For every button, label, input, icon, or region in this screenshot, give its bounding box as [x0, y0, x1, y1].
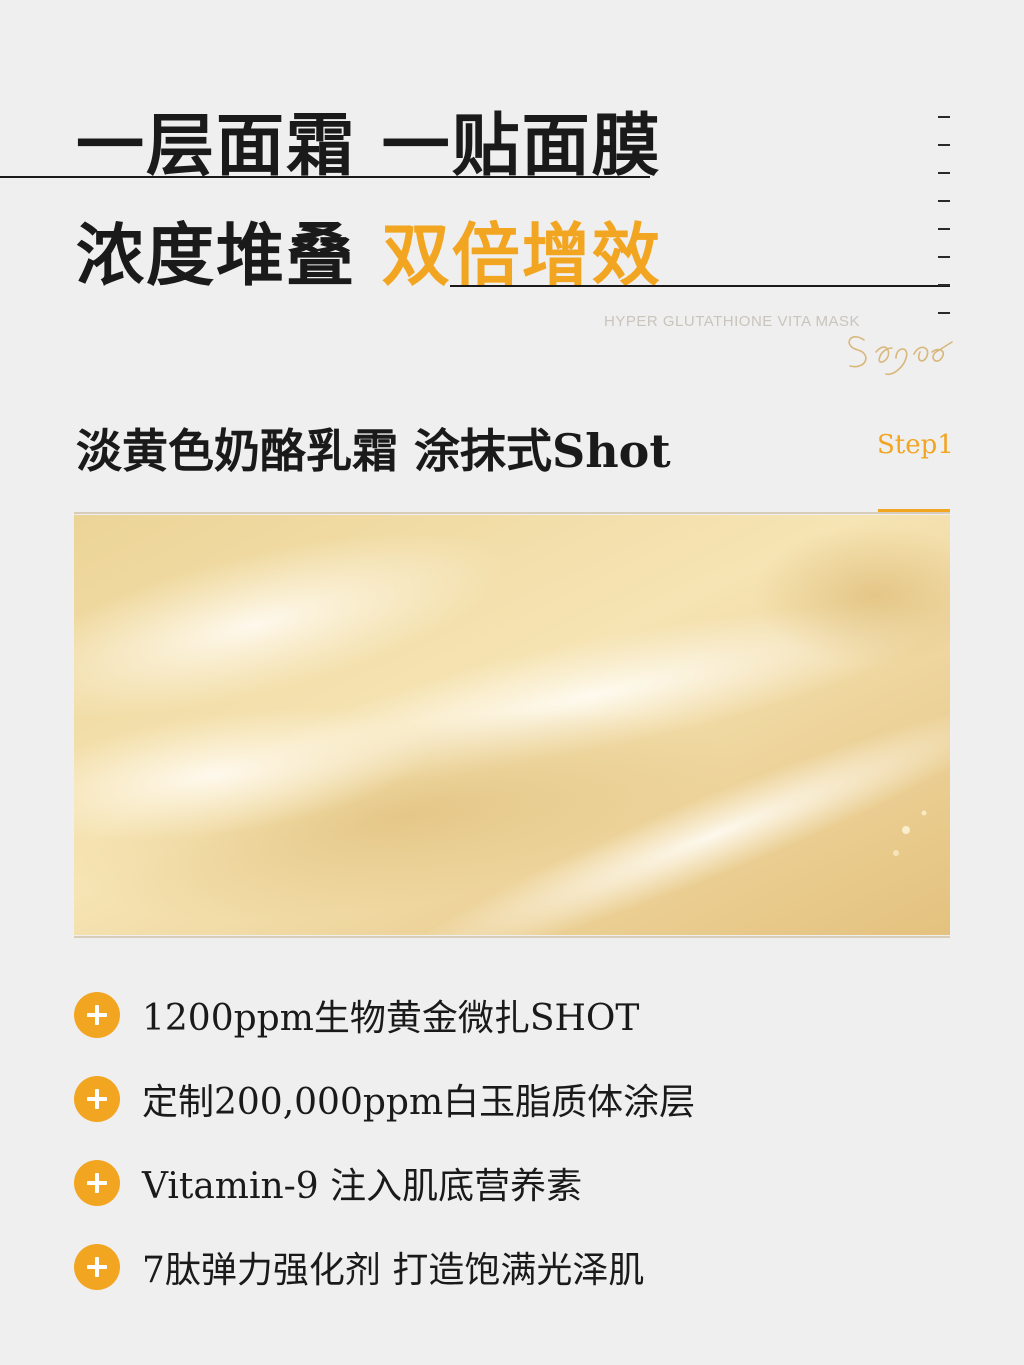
headline-line-2-accent: 双倍增效 [381, 216, 662, 296]
feature-item: 1200ppm生物黄金微扎SHOT [74, 990, 639, 1040]
plus-icon [74, 1244, 120, 1290]
watermark-text: HYPER GLUTATHIONE VITA MASK [604, 313, 861, 330]
texture-top-divider [74, 512, 950, 514]
plus-icon [74, 992, 120, 1038]
headline-line-1: 一层面霜 一贴面膜 [76, 112, 662, 180]
headline-line-1-text: 一层面霜 一贴面膜 [76, 106, 662, 186]
signature-logo [848, 335, 953, 376]
feature-item: 7肽弹力强化剂 打造饱满光泽肌 [74, 1242, 644, 1292]
headline-line-2: 浓度堆叠 双倍增效 [76, 222, 662, 290]
plus-icon [74, 1076, 120, 1122]
headline-underline-left [0, 176, 650, 178]
feature-item: Vitamin-9 注入肌底营养素 [74, 1158, 582, 1208]
feature-text: 7肽弹力强化剂 打造饱满光泽肌 [142, 1250, 645, 1291]
product-subtitle: 淡黄色奶酪乳霜 涂抹式Shot [76, 424, 671, 478]
feature-text: 1200ppm生物黄金微扎SHOT [142, 998, 640, 1039]
feature-text: 定制200,000ppm白玉脂质体涂层 [142, 1082, 696, 1123]
cream-texture-image [74, 515, 950, 935]
feature-text: Vitamin-9 注入肌底营养素 [142, 1166, 583, 1207]
headline-line-2-main: 浓度堆叠 [76, 216, 357, 296]
tick-marks [938, 116, 950, 326]
plus-icon [74, 1160, 120, 1206]
step-label: Step1 [877, 430, 954, 460]
headline-underline-right [450, 285, 950, 287]
texture-bottom-divider [74, 936, 950, 938]
feature-item: 定制200,000ppm白玉脂质体涂层 [74, 1074, 695, 1124]
